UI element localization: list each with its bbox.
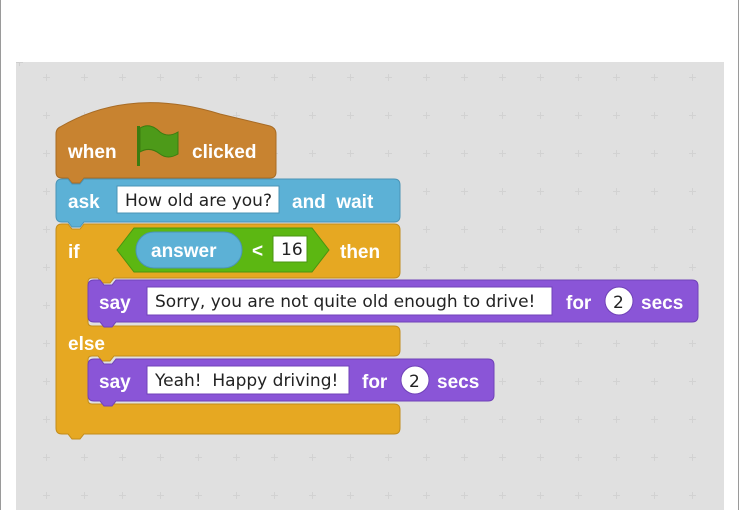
seconds-value-1: 2 — [613, 293, 624, 313]
compare-value: 16 — [281, 240, 303, 260]
say-for-secs-block-2[interactable]: say Yeah! Happy driving! for 2 secs — [87, 358, 495, 407]
say-label-1: say — [99, 293, 131, 314]
seconds-value-2: 2 — [409, 372, 420, 392]
ask-label: ask — [68, 192, 100, 213]
then-label: then — [340, 242, 380, 263]
say-for-secs-block-1[interactable]: say Sorry, you are not quite old enough … — [87, 279, 699, 328]
ask-and-wait-block[interactable]: ask How old are you? and wait — [55, 178, 401, 228]
for-label-1: for — [566, 293, 592, 314]
message-text-1: Sorry, you are not quite old enough to d… — [155, 292, 535, 312]
less-than-sign: < — [252, 241, 263, 262]
for-label-2: for — [362, 372, 388, 393]
say-label-2: say — [99, 372, 131, 393]
clicked-label: clicked — [192, 142, 256, 163]
answer-reporter[interactable]: answer — [135, 231, 243, 269]
secs-label-2: secs — [437, 372, 479, 393]
when-label: when — [67, 142, 117, 163]
less-than-operator[interactable]: answer < 16 — [116, 227, 330, 273]
question-text: How old are you? — [125, 191, 272, 211]
and-wait-label: and wait — [292, 192, 374, 213]
else-label: else — [68, 334, 105, 355]
secs-label-1: secs — [641, 293, 683, 314]
scripts-layer: when clicked ask How old are you? and wa… — [16, 62, 724, 510]
message-text-2: Yeah! Happy driving! — [154, 371, 338, 391]
answer-label: answer — [151, 241, 217, 262]
if-label: if — [68, 242, 80, 263]
